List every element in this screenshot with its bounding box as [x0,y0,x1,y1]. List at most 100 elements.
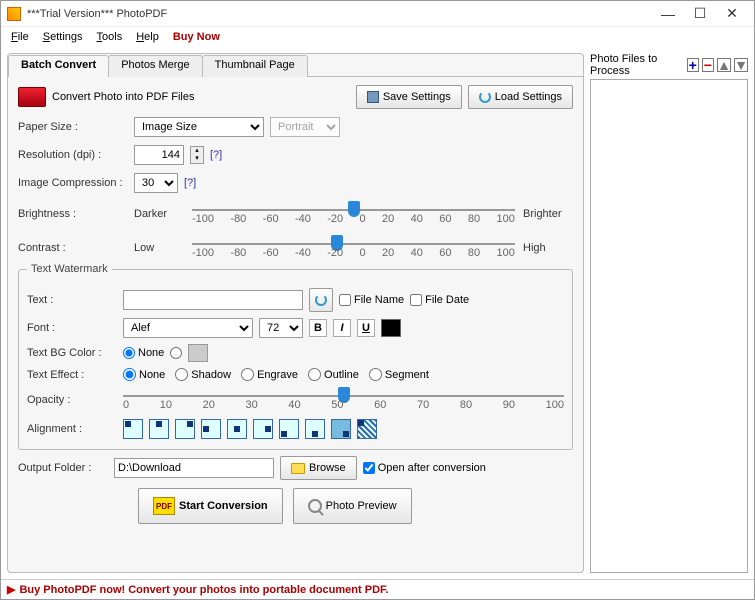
menu-file[interactable]: File [5,29,35,45]
save-settings-button[interactable]: Save Settings [356,85,462,109]
wm-align-label: Alignment : [27,423,117,435]
wm-text-input[interactable] [123,290,303,310]
photo-preview-button[interactable]: Photo Preview [293,488,412,524]
wm-font-select[interactable]: Alef [123,318,253,338]
brightness-low: Darker [134,208,184,220]
brightness-slider[interactable]: -100-80-60-40-20020406080100 [192,201,515,227]
opacity-slider[interactable]: 0102030405060708090100 [123,387,564,413]
section-title: Convert Photo into PDF Files [52,91,194,103]
align-top-left[interactable] [123,419,143,439]
align-bottom-center[interactable] [305,419,325,439]
folder-icon [291,463,305,474]
wm-filename-checkbox[interactable]: File Name [339,294,404,306]
side-panel: Photo Files to Process + − ▲ ▼ [590,53,748,573]
output-folder-input[interactable] [114,458,274,478]
align-middle-center[interactable] [227,419,247,439]
watermark-group: Text Watermark Text : File Name File Dat… [18,269,573,450]
arrow-icon: ▶ [7,583,15,596]
paper-size-select[interactable]: Image Size [134,117,264,137]
italic-button[interactable]: I [333,319,351,337]
menu-settings[interactable]: Settings [37,29,89,45]
orientation-select: Portrait [270,117,340,137]
effect-none-radio[interactable]: None [123,368,165,381]
close-button[interactable]: ✕ [716,3,748,25]
resolution-help[interactable]: [?] [210,149,222,161]
load-settings-button[interactable]: Load Settings [468,85,573,109]
contrast-low: Low [134,242,184,254]
main-panel: Batch Convert Photos Merge Thumbnail Pag… [7,53,584,573]
compression-select[interactable]: 30 [134,173,178,193]
bg-none-radio[interactable]: None [123,347,164,359]
underline-button[interactable]: U [357,319,375,337]
maximize-button[interactable]: ☐ [684,3,716,25]
wm-bg-label: Text BG Color : [27,347,117,359]
align-top-center[interactable] [149,419,169,439]
align-diagonal[interactable] [357,419,377,439]
tab-thumbnail-page[interactable]: Thumbnail Page [202,55,308,77]
align-bottom-right[interactable] [331,419,351,439]
status-bar: ▶ Buy PhotoPDF now! Convert your photos … [1,579,754,599]
magnifier-icon [308,499,322,513]
convert-icon [18,87,46,107]
output-folder-label: Output Folder : [18,462,108,474]
brightness-label: Brightness : [18,208,128,220]
start-conversion-button[interactable]: PDFStart Conversion [138,488,283,524]
remove-file-button[interactable]: − [702,58,714,72]
align-bottom-left[interactable] [279,419,299,439]
contrast-label: Contrast : [18,242,128,254]
contrast-slider[interactable]: -100-80-60-40-20020406080100 [192,235,515,261]
menu-buy-now[interactable]: Buy Now [167,29,226,45]
effect-engrave-radio[interactable]: Engrave [241,368,298,381]
wm-text-label: Text : [27,294,117,306]
wm-font-label: Font : [27,322,117,334]
save-icon [367,91,379,103]
align-middle-right[interactable] [253,419,273,439]
effect-shadow-radio[interactable]: Shadow [175,368,231,381]
compression-label: Image Compression : [18,177,128,189]
content-area: Batch Convert Photos Merge Thumbnail Pag… [1,47,754,579]
menu-tools[interactable]: Tools [91,29,129,45]
paper-size-label: Paper Size : [18,121,128,133]
resolution-label: Resolution (dpi) : [18,149,128,161]
effect-radio-group: None Shadow Engrave Outline Segment [123,368,429,381]
menu-help[interactable]: Help [130,29,165,45]
wm-fontsize-select[interactable]: 72 [259,318,303,338]
move-up-button[interactable]: ▲ [717,58,731,72]
tab-body: Convert Photo into PDF Files Save Settin… [8,76,583,572]
app-window: ***Trial Version*** PhotoPDF — ☐ ✕ File … [0,0,755,600]
bg-color-radio[interactable] [170,347,182,359]
browse-button[interactable]: Browse [280,456,357,480]
wm-effect-label: Text Effect : [27,369,117,381]
menubar: File Settings Tools Help Buy Now [1,27,754,47]
titlebar: ***Trial Version*** PhotoPDF — ☐ ✕ [1,1,754,27]
wm-opacity-label: Opacity : [27,394,117,406]
move-down-button[interactable]: ▼ [734,58,748,72]
section-header: Convert Photo into PDF Files Save Settin… [18,85,573,109]
font-color-swatch[interactable] [381,319,401,337]
compression-help[interactable]: [?] [184,177,196,189]
open-after-checkbox[interactable]: Open after conversion [363,462,486,474]
wm-filedate-checkbox[interactable]: File Date [410,294,469,306]
refresh-icon [315,294,327,306]
pdf-icon: PDF [153,497,175,515]
align-top-right[interactable] [175,419,195,439]
files-label: Photo Files to Process [590,53,684,77]
wm-refresh-button[interactable] [309,288,333,312]
resolution-spinner[interactable]: ▴▾ [190,146,204,164]
resolution-input[interactable] [134,145,184,165]
contrast-high: High [523,242,573,254]
file-list[interactable] [590,79,748,573]
align-middle-left[interactable] [201,419,221,439]
add-file-button[interactable]: + [687,58,699,72]
status-message[interactable]: Buy PhotoPDF now! Convert your photos in… [19,584,388,596]
tab-strip: Batch Convert Photos Merge Thumbnail Pag… [8,54,583,76]
app-icon [7,7,21,21]
effect-outline-radio[interactable]: Outline [308,368,359,381]
minimize-button[interactable]: — [652,3,684,25]
effect-segment-radio[interactable]: Segment [369,368,429,381]
window-title: ***Trial Version*** PhotoPDF [27,8,652,20]
bold-button[interactable]: B [309,319,327,337]
tab-batch-convert[interactable]: Batch Convert [8,55,109,77]
bg-color-swatch[interactable] [188,344,208,362]
tab-photos-merge[interactable]: Photos Merge [108,55,202,77]
